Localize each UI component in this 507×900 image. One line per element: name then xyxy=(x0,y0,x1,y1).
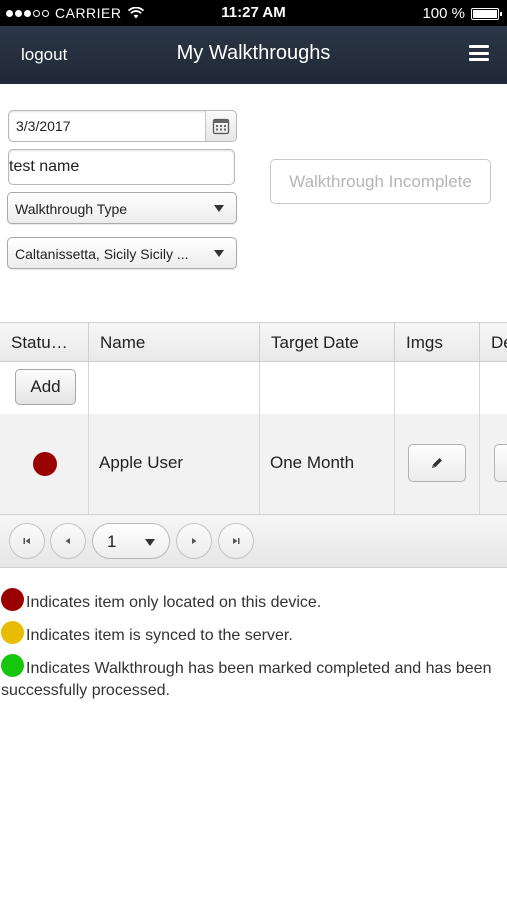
target-date-cell: One Month xyxy=(260,414,395,514)
pencil-icon xyxy=(432,458,442,468)
column-header-status[interactable]: Statu… xyxy=(0,323,89,361)
chevron-down-icon xyxy=(214,205,224,212)
page-select[interactable]: 1 xyxy=(92,523,170,559)
column-header-target-date[interactable]: Target Date xyxy=(260,323,395,361)
walkthrough-type-select[interactable]: Walkthrough Type xyxy=(7,192,237,224)
walkthrough-type-value: Walkthrough Type xyxy=(15,201,128,217)
first-page-button[interactable] xyxy=(9,523,45,559)
row-name: Apple User xyxy=(99,453,184,472)
name-input[interactable] xyxy=(9,158,224,176)
grid-header: Statu… Name Target Date Imgs De xyxy=(0,323,507,362)
status-cell xyxy=(0,414,89,514)
current-page: 1 xyxy=(107,532,117,551)
previous-page-icon xyxy=(65,538,70,544)
status-legend: Indicates item only located on this devi… xyxy=(1,588,507,702)
location-select[interactable]: Caltanissetta, Sicily Sicily ... xyxy=(7,237,237,269)
legend-text: Indicates item only located on this devi… xyxy=(26,594,322,611)
battery-icon xyxy=(471,7,502,20)
empty-cell xyxy=(260,362,395,414)
last-page-button[interactable] xyxy=(218,523,254,559)
add-cell: Add xyxy=(0,362,89,414)
next-page-button[interactable] xyxy=(176,523,212,559)
de-cell xyxy=(480,414,507,514)
row-action-button[interactable] xyxy=(494,444,507,482)
edit-images-button[interactable] xyxy=(408,444,466,482)
pager: 1 xyxy=(0,514,507,567)
column-header-name[interactable]: Name xyxy=(89,323,260,361)
table-row[interactable]: Apple User One Month xyxy=(0,414,507,514)
row-target-date: One Month xyxy=(270,453,355,472)
green-status-icon xyxy=(1,654,24,677)
status-indicator-red xyxy=(33,452,57,476)
next-page-icon xyxy=(192,538,197,544)
empty-cell xyxy=(89,362,260,414)
chevron-down-icon xyxy=(145,539,155,546)
empty-cell xyxy=(395,362,480,414)
name-field[interactable] xyxy=(8,149,235,185)
legend-text: Indicates item is synced to the server. xyxy=(26,627,293,644)
column-header-de[interactable]: De xyxy=(480,323,507,361)
add-button[interactable]: Add xyxy=(15,369,76,405)
walkthrough-incomplete-button[interactable]: Walkthrough Incomplete xyxy=(270,159,491,204)
legend-item-completed: Indicates Walkthrough has been marked co… xyxy=(1,654,507,702)
column-header-imgs[interactable]: Imgs xyxy=(395,323,480,361)
legend-text: Indicates Walkthrough has been marked co… xyxy=(1,660,492,699)
status-bar: CARRIER 11:27 AM 100 % xyxy=(0,0,507,26)
location-value: Caltanissetta, Sicily Sicily ... xyxy=(15,246,189,262)
battery-group: 100 % xyxy=(422,5,502,22)
walkthrough-grid: Statu… Name Target Date Imgs De Add Appl… xyxy=(0,322,507,568)
yellow-status-icon xyxy=(1,621,24,644)
imgs-cell xyxy=(395,414,480,514)
date-value: 3/3/2017 xyxy=(16,118,71,134)
table-row-add: Add xyxy=(0,362,507,414)
last-page-icon xyxy=(233,538,240,544)
first-page-icon xyxy=(23,538,30,544)
red-status-icon xyxy=(1,588,24,611)
calendar-icon[interactable] xyxy=(205,111,236,141)
page-title: My Walkthroughs xyxy=(176,42,331,64)
name-cell: Apple User xyxy=(89,414,260,514)
nav-bar: logout My Walkthroughs xyxy=(0,26,507,84)
battery-percent: 100 % xyxy=(422,5,465,22)
legend-item-synced: Indicates item is synced to the server. xyxy=(1,621,507,647)
chevron-down-icon xyxy=(214,250,224,257)
date-field[interactable]: 3/3/2017 xyxy=(8,110,237,142)
hamburger-menu-icon[interactable] xyxy=(469,45,489,61)
legend-item-device-only: Indicates item only located on this devi… xyxy=(1,588,507,614)
empty-cell xyxy=(480,362,507,414)
previous-page-button[interactable] xyxy=(50,523,86,559)
